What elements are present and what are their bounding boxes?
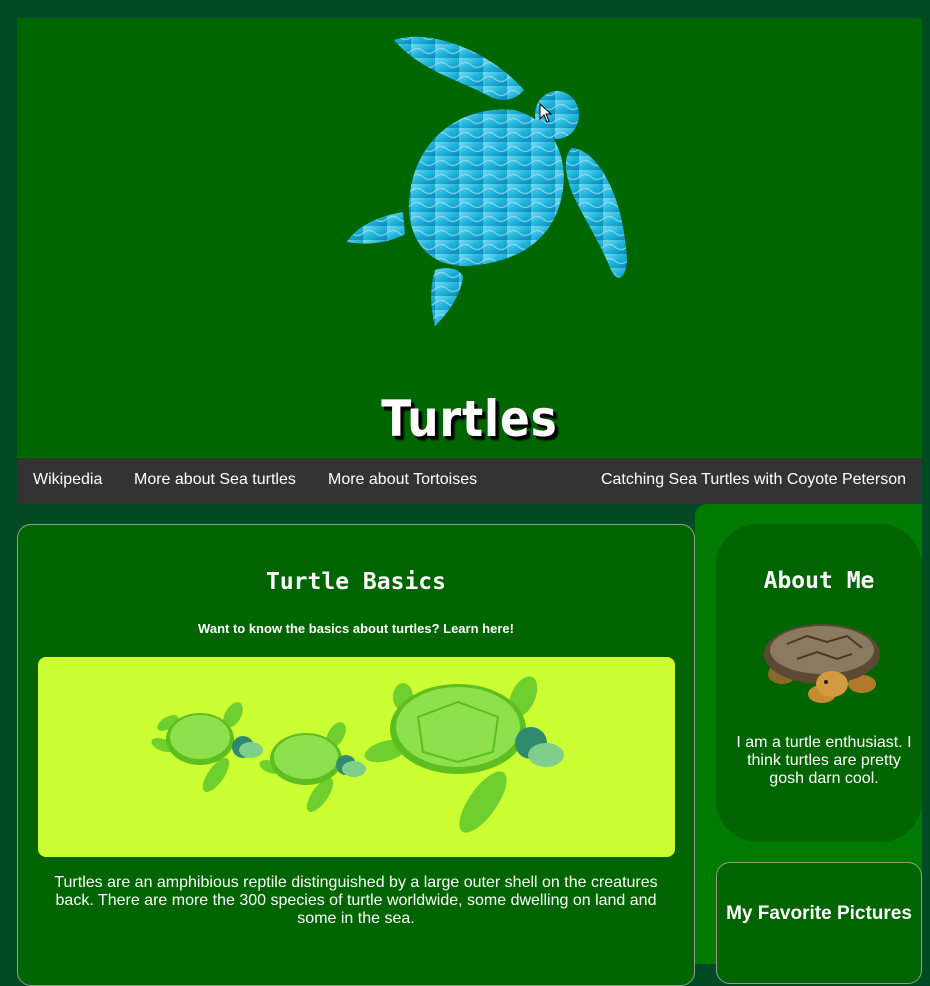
small-turtle-left-image bbox=[151, 702, 263, 793]
about-title: About Me bbox=[763, 568, 875, 594]
favorite-pictures-card: My Favorite Pictures bbox=[716, 862, 922, 984]
nav-link-coyote-peterson[interactable]: Catching Sea Turtles with Coyote Peterso… bbox=[601, 458, 906, 504]
nav-link-sea-turtles[interactable]: More about Sea turtles bbox=[134, 458, 296, 504]
small-turtle-middle-image bbox=[259, 722, 366, 813]
main-subtitle: Want to know the basics about turtles? L… bbox=[198, 621, 514, 636]
nav-link-wikipedia[interactable]: Wikipedia bbox=[33, 458, 102, 504]
about-me-card: About Me I am a turtle enthusiast. I thi… bbox=[716, 524, 922, 842]
sea-turtle-logo bbox=[347, 36, 627, 326]
mouse-cursor-icon bbox=[539, 103, 553, 123]
cartoon-turtles-illustration bbox=[151, 676, 564, 833]
navbar: Wikipedia More about Sea turtles More ab… bbox=[17, 458, 922, 504]
main-title: Turtle Basics bbox=[265, 569, 446, 595]
tortoise-image bbox=[764, 624, 880, 703]
site-title: Turtles bbox=[381, 390, 558, 448]
main-content-card: Turtle Basics Want to know the basics ab… bbox=[17, 524, 695, 986]
large-turtle-image bbox=[364, 676, 564, 833]
site-header: Turtles bbox=[17, 18, 922, 458]
favorite-pictures-title: My Favorite Pictures bbox=[726, 903, 912, 924]
main-paragraph: Turtles are an amphibious reptile distin… bbox=[54, 874, 658, 927]
nav-link-tortoises[interactable]: More about Tortoises bbox=[328, 458, 477, 504]
hero-image bbox=[38, 657, 675, 857]
about-text: I am a turtle enthusiast. I think turtle… bbox=[736, 734, 912, 787]
sidebar: About Me I am a turtle enthusiast. I thi… bbox=[695, 504, 922, 984]
